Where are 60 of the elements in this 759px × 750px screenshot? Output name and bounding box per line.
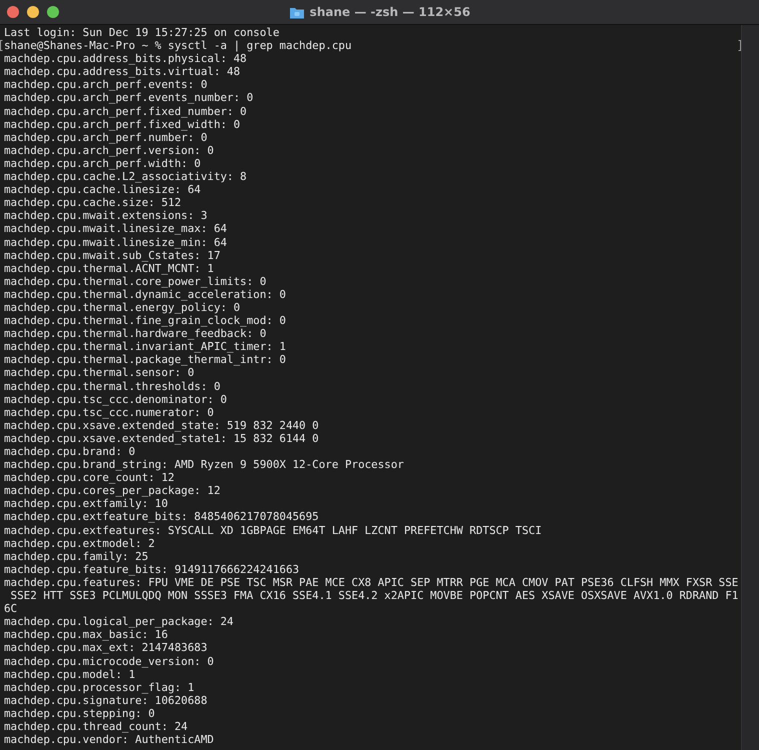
terminal-line: machdep.cpu.tsc_ccc.denominator: 0 xyxy=(4,392,227,406)
terminal-line: machdep.cpu.extfamily: 10 xyxy=(4,497,168,510)
terminal-line: machdep.cpu.brand_string: AMD Ryzen 9 5900X 12-Core Processor xyxy=(4,458,404,472)
terminal-line: machdep.cpu.family: 25 xyxy=(4,550,148,563)
terminal-line: machdep.cpu.feature_bits: 9149117666224241663 xyxy=(4,562,300,576)
terminal-line: machdep.cpu.thread_count: 24 xyxy=(4,720,188,734)
terminal-line: machdep.cpu.vendor: AuthenticAMD xyxy=(4,733,214,746)
terminal-line: machdep.cpu.thermal.ACNT_MCNT: 1 xyxy=(4,262,214,275)
zoom-button[interactable] xyxy=(47,6,59,18)
terminal-line: machdep.cpu.mwait.linesize_max: 64 xyxy=(4,222,227,236)
terminal-line: machdep.cpu.arch_perf.width: 0 xyxy=(4,156,201,170)
terminal-line: machdep.cpu.mwait.extensions: 3 xyxy=(4,209,208,222)
terminal-line: machdep.cpu.arch_perf.fixed_width: 0 xyxy=(4,118,240,131)
terminal-line: machdep.cpu.arch_perf.number: 0 xyxy=(4,130,208,144)
terminal-line: machdep.cpu.thermal.core_power_limits: 0 xyxy=(4,274,266,288)
terminal-line: machdep.cpu.thermal.package_thermal_intr: 0 xyxy=(4,353,286,366)
terminal-line: machdep.cpu.xsave.extended_state: 519 832 2440 0 xyxy=(4,418,319,432)
terminal-line: machdep.cpu.model: 1 xyxy=(4,668,136,681)
terminal-line: machdep.cpu.logical_per_package: 24 xyxy=(4,615,234,628)
terminal-line: machdep.cpu.stepping: 0 xyxy=(4,706,155,720)
terminal-line: machdep.cpu.thermal.invariant_APIC_timer: 1 xyxy=(4,340,286,354)
minimize-button[interactable] xyxy=(27,6,39,18)
terminal-line: machdep.cpu.brand: 0 xyxy=(4,445,136,458)
terminal-line: machdep.cpu.tsc_ccc.numerator: 0 xyxy=(4,406,214,419)
terminal-line: shane@Shanes-Mac-Pro ~ % sysctl -a | grep machdep.cpu xyxy=(4,39,352,52)
terminal-line: machdep.cpu.thermal.energy_policy: 0 xyxy=(4,300,240,314)
terminal-line: machdep.cpu.arch_perf.events: 0 xyxy=(4,78,208,92)
terminal-line: machdep.cpu.core_count: 12 xyxy=(4,471,174,484)
terminal-line: machdep.cpu.cache.L2_associativity: 8 xyxy=(4,170,247,184)
folder-icon xyxy=(288,6,305,18)
window-title: shane — -zsh — 112×56 xyxy=(310,5,470,19)
terminal-line: machdep.cpu.extfeature_bits: 8485406217078045695 xyxy=(4,510,319,524)
terminal-line: machdep.cpu.arch_perf.events_number: 0 xyxy=(4,91,254,105)
terminal-line: machdep.cpu.processor_flag: 1 xyxy=(4,680,194,694)
terminal-line: machdep.cpu.max_basic: 16 xyxy=(4,628,168,642)
terminal-line: machdep.cpu.thermal.thresholds: 0 xyxy=(4,380,220,393)
terminal-line: Last login: Sun Dec 19 15:27:25 on console xyxy=(4,26,280,40)
terminal-line: SSE2 HTT SSE3 PCLMULQDQ MON SSSE3 FMA CX16 SSE4.1 SSE4.2 x2APIC MOVBE POPCNT AES XSAVE OSXSAVE AVX1.0 RDRAND F1 xyxy=(10,589,738,602)
terminal-line: machdep.cpu.microcode_version: 0 xyxy=(4,654,214,668)
terminal-line: machdep.cpu.signature: 10620688 xyxy=(4,694,208,707)
terminal-line: machdep.cpu.thermal.dynamic_acceleration: 0 xyxy=(4,288,286,301)
terminal-line: machdep.cpu.thermal.hardware_feedback: 0 xyxy=(4,327,266,340)
terminal-line: machdep.cpu.mwait.sub_Cstates: 17 xyxy=(4,248,220,262)
close-button[interactable] xyxy=(7,6,19,18)
terminal-line: machdep.cpu.extmodel: 2 xyxy=(4,536,155,550)
terminal-line: machdep.cpu.features: FPU VME DE PSE TSC MSR PAE MCE CX8 APIC SEP MTRR PGE MCA CMOV PAT PSE36 CLFSH MMX FXSR SSE xyxy=(4,576,738,590)
terminal-line: machdep.cpu.arch_perf.fixed_number: 0 xyxy=(4,104,247,118)
terminal-line: machdep.cpu.address_bits.physical: 48 xyxy=(4,52,247,66)
terminal-line: machdep.cpu.mwait.linesize_min: 64 xyxy=(4,236,227,249)
terminal-line: 6C xyxy=(4,602,18,616)
terminal-line: machdep.cpu.thermal.sensor: 0 xyxy=(4,366,194,380)
terminal-line: machdep.cpu.thermal.fine_grain_clock_mod: 0 xyxy=(4,314,286,328)
terminal-line: machdep.cpu.extfeatures: SYSCALL XD 1GBPAGE EM64T LAHF LZCNT PREFETCHW RDTSCP TSCI xyxy=(4,524,542,537)
terminal-line: machdep.cpu.address_bits.virtual: 48 xyxy=(4,65,240,78)
terminal-line: machdep.cpu.arch_perf.version: 0 xyxy=(4,144,214,157)
terminal-line: machdep.cpu.cache.size: 512 xyxy=(4,196,182,210)
terminal-line: machdep.cpu.cache.linesize: 64 xyxy=(4,183,201,196)
terminal-line: machdep.cpu.xsave.extended_state1: 15 832 6144 0 xyxy=(4,432,319,445)
terminal-line: machdep.cpu.max_ext: 2147483683 xyxy=(4,641,208,654)
terminal-line: machdep.cpu.cores_per_package: 12 xyxy=(4,484,220,498)
